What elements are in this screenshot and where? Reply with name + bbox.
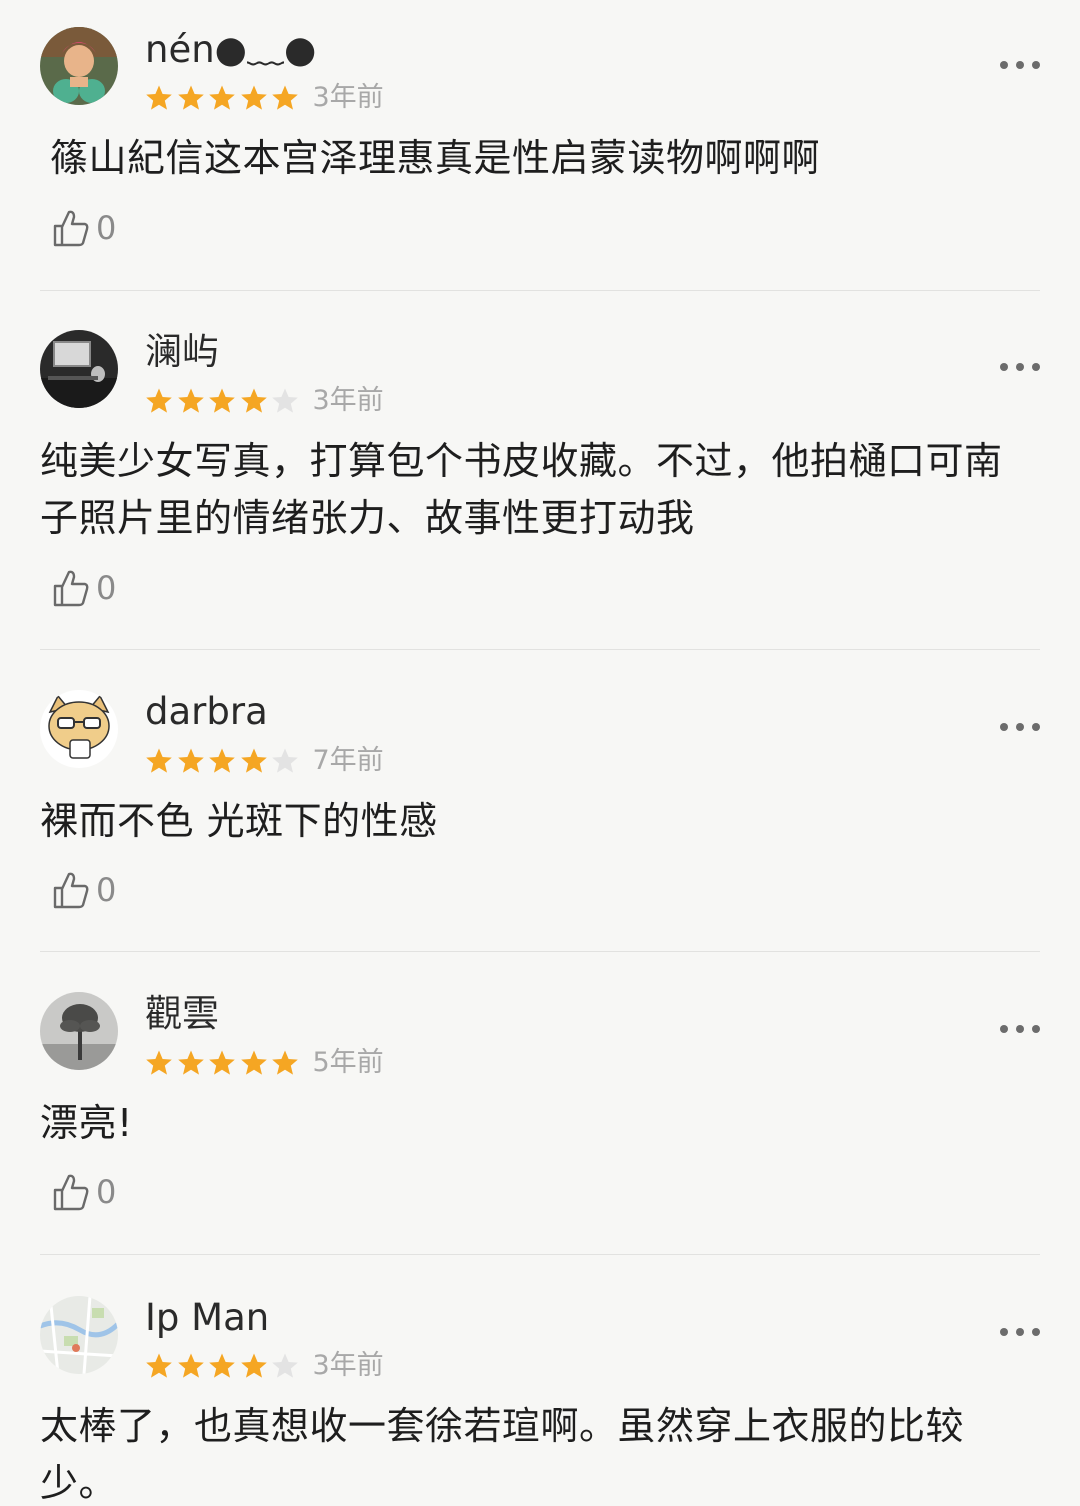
dot-icon xyxy=(1016,723,1024,731)
star-filled-icon xyxy=(271,84,299,112)
dot-icon xyxy=(1032,61,1040,69)
star-empty-icon xyxy=(271,1352,299,1380)
star-filled-icon xyxy=(240,1352,268,1380)
star-filled-icon xyxy=(177,1049,205,1077)
avatar[interactable] xyxy=(40,992,118,1070)
rating: 5年前 xyxy=(145,1046,384,1080)
review-time: 3年前 xyxy=(312,82,384,113)
dot-icon xyxy=(1016,1328,1024,1336)
review-text: 篠山紀信这本宫泽理惠真是性启蒙读物啊啊啊 xyxy=(50,136,821,180)
like-count: 0 xyxy=(96,871,117,909)
dot-icon xyxy=(1000,61,1008,69)
star-filled-icon xyxy=(240,84,268,112)
divider xyxy=(40,290,1040,291)
dot-icon xyxy=(1016,61,1024,69)
username[interactable]: 觀雲 xyxy=(145,992,219,1036)
divider xyxy=(40,1254,1040,1255)
like-button[interactable]: 0 xyxy=(52,868,116,912)
username[interactable]: 澜屿 xyxy=(145,330,219,374)
like-button[interactable]: 0 xyxy=(52,1170,116,1214)
dot-icon xyxy=(1032,363,1040,371)
review-time: 3年前 xyxy=(312,1350,384,1381)
dot-icon xyxy=(1032,1025,1040,1033)
map-avatar-icon xyxy=(40,1296,118,1374)
star-filled-icon xyxy=(208,84,236,112)
star-filled-icon xyxy=(177,387,205,415)
star-filled-icon xyxy=(271,1049,299,1077)
review-list: nén●﹏● 3年前 篠山紀信这本宫泽理惠真是性启蒙读物啊啊啊 0 澜屿 3年前 xyxy=(0,0,1080,1506)
like-count: 0 xyxy=(96,1173,117,1211)
review-time: 7年前 xyxy=(312,745,384,776)
review-time: 5年前 xyxy=(312,1047,384,1078)
review-text: 纯美少女写真，打算包个书皮收藏。不过，他拍樋口可南子照片里的情绪张力、故事性更打… xyxy=(40,439,1003,540)
avatar[interactable] xyxy=(40,330,118,408)
star-filled-icon xyxy=(208,387,236,415)
divider xyxy=(40,649,1040,650)
rating: 7年前 xyxy=(145,744,384,778)
like-button[interactable]: 0 xyxy=(52,206,116,250)
username[interactable]: Ip Man xyxy=(145,1296,269,1340)
star-empty-icon xyxy=(271,387,299,415)
star-filled-icon xyxy=(145,387,173,415)
divider xyxy=(40,951,1040,952)
review-text: 漂亮! xyxy=(40,1101,133,1145)
thumbs-up-icon xyxy=(53,1174,89,1211)
star-empty-icon xyxy=(271,747,299,775)
more-options-button[interactable] xyxy=(1000,719,1040,735)
avatar[interactable] xyxy=(40,27,118,105)
star-filled-icon xyxy=(145,1352,173,1380)
dark-room-photo-avatar-icon xyxy=(40,330,118,408)
dot-icon xyxy=(1000,1328,1008,1336)
dot-icon xyxy=(1016,1025,1024,1033)
star-filled-icon xyxy=(240,1049,268,1077)
more-options-button[interactable] xyxy=(1000,57,1040,73)
star-filled-icon xyxy=(177,747,205,775)
review-time: 3年前 xyxy=(312,385,384,416)
rating: 3年前 xyxy=(145,384,384,418)
avatar[interactable] xyxy=(40,690,118,768)
dot-icon xyxy=(1000,1025,1008,1033)
dot-icon xyxy=(1032,723,1040,731)
like-button[interactable]: 0 xyxy=(52,566,116,610)
rating: 3年前 xyxy=(145,81,384,115)
username[interactable]: darbra xyxy=(145,690,268,734)
star-filled-icon xyxy=(177,84,205,112)
star-filled-icon xyxy=(208,1049,236,1077)
dot-icon xyxy=(1000,723,1008,731)
more-options-button[interactable] xyxy=(1000,1324,1040,1340)
more-options-button[interactable] xyxy=(1000,359,1040,375)
dot-icon xyxy=(1016,363,1024,371)
username[interactable]: nén●﹏● xyxy=(145,28,316,72)
review-text: 裸而不色 光斑下的性感 xyxy=(40,799,438,843)
thumbs-up-icon xyxy=(53,872,89,909)
star-filled-icon xyxy=(145,1049,173,1077)
rating: 3年前 xyxy=(145,1349,384,1383)
thumbs-up-icon xyxy=(53,210,89,247)
dot-icon xyxy=(1000,363,1008,371)
thumbs-up-icon xyxy=(53,570,89,607)
star-filled-icon xyxy=(240,387,268,415)
review-text: 太棒了，也真想收一套徐若瑄啊。虽然穿上衣服的比较少。 xyxy=(40,1404,965,1505)
star-filled-icon xyxy=(145,84,173,112)
like-count: 0 xyxy=(96,209,117,247)
star-filled-icon xyxy=(145,747,173,775)
anime-character-avatar-icon xyxy=(40,27,118,105)
star-filled-icon xyxy=(208,747,236,775)
more-options-button[interactable] xyxy=(1000,1021,1040,1037)
star-filled-icon xyxy=(208,1352,236,1380)
avatar[interactable] xyxy=(40,1296,118,1374)
cartoon-cat-avatar-icon xyxy=(40,690,118,768)
tree-photo-avatar-icon xyxy=(40,992,118,1070)
like-count: 0 xyxy=(96,569,117,607)
dot-icon xyxy=(1032,1328,1040,1336)
star-filled-icon xyxy=(240,747,268,775)
star-filled-icon xyxy=(177,1352,205,1380)
